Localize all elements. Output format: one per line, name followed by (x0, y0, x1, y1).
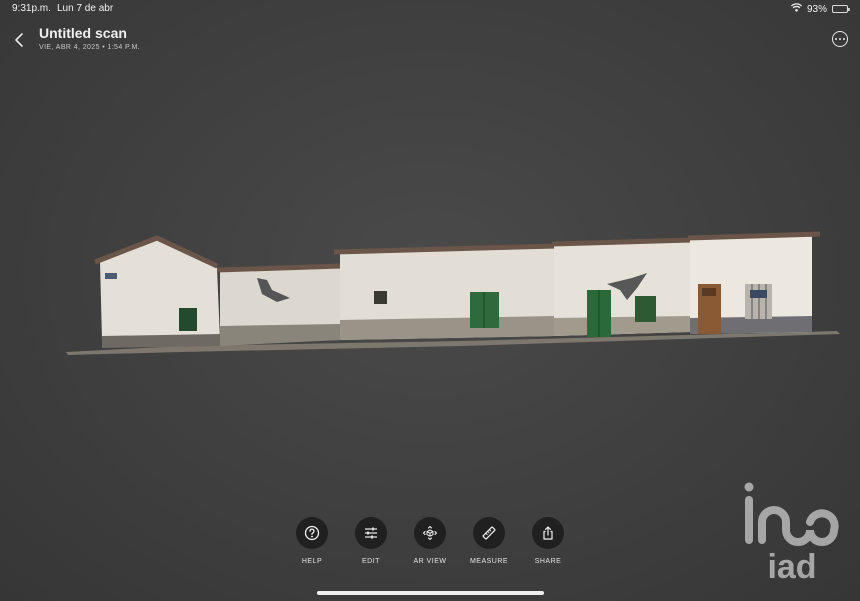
scan-date: VIE, ABR 4, 2025 • 1:54 P.M. (39, 44, 141, 51)
sliders-icon (365, 527, 377, 539)
battery-icon (832, 5, 850, 13)
window-shutter (635, 296, 656, 322)
chevron-left-icon (15, 33, 23, 47)
measure-icon-circle (473, 517, 505, 549)
window-left (179, 308, 197, 331)
ellipsis-dot (835, 37, 838, 41)
svg-text:iad: iad (767, 548, 816, 586)
share-label: SHARE (534, 558, 562, 565)
help-label: HELP (301, 558, 323, 565)
back-button[interactable] (10, 30, 30, 50)
help-button[interactable]: HELP (282, 517, 342, 565)
edit-icon-circle (355, 517, 387, 549)
page-title: Untitled scan (39, 25, 127, 41)
share-icon-circle (532, 517, 564, 549)
small-window (374, 291, 387, 304)
status-bar: 9:31p.m. Lun 7 de abr 93% (0, 0, 860, 18)
question-icon (304, 525, 320, 541)
bottom-toolbar: HELP EDIT AR VIEW MEASURE SHARE (0, 517, 860, 577)
ar-cube-icon (422, 525, 438, 541)
sign-plate-2 (750, 290, 767, 298)
status-time: 9:31p.m. (12, 3, 51, 14)
ellipsis-dot (842, 37, 845, 41)
wall-left-base (102, 334, 220, 348)
ellipsis-dot (838, 37, 842, 41)
measure-button[interactable]: MEASURE (459, 517, 519, 565)
status-indicators: 93% (791, 3, 850, 15)
home-indicator[interactable] (317, 591, 544, 595)
sign-plate (105, 273, 117, 279)
ar-view-icon-circle (414, 517, 446, 549)
battery-percent: 93% (806, 3, 827, 15)
wifi-icon (791, 3, 802, 15)
wooden-door-window (702, 288, 716, 296)
ar-view-label: AR VIEW (413, 558, 447, 565)
wall-mid-2-base (340, 316, 554, 340)
wall-mid-1-base (220, 324, 340, 346)
ruler-icon (482, 526, 496, 540)
share-icon (543, 526, 553, 540)
iad-logo: iad (744, 482, 839, 586)
share-button[interactable]: SHARE (518, 517, 578, 565)
edit-label: EDIT (362, 558, 380, 565)
more-options-button[interactable] (832, 31, 848, 47)
ar-view-button[interactable]: AR VIEW (400, 517, 460, 565)
help-icon-circle (296, 517, 328, 549)
measure-label: MEASURE (469, 558, 509, 565)
status-date: Lun 7 de abr (57, 3, 114, 14)
wall-mid-3-base (554, 316, 690, 336)
scan-model-view[interactable] (62, 228, 842, 360)
edit-button[interactable]: EDIT (341, 517, 401, 565)
